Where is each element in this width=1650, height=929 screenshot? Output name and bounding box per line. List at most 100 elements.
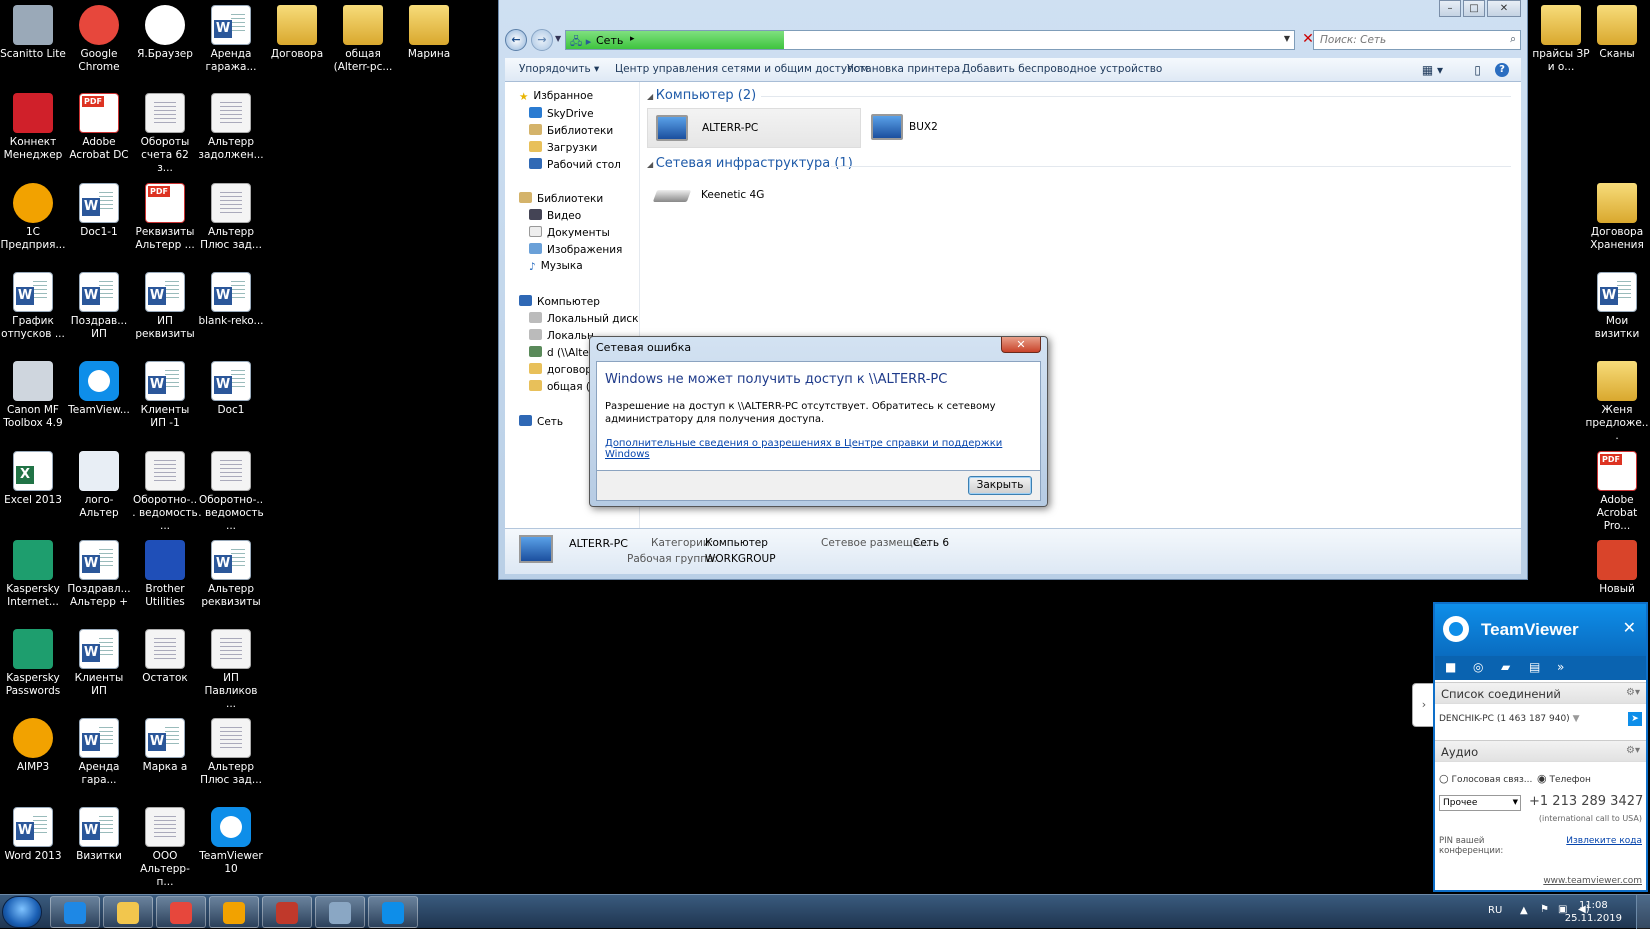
- address-bar[interactable]: 🖧 ▸ Сеть ▸ ▼: [565, 30, 1295, 50]
- desktop-icon-vizitki[interactable]: Визитки: [66, 802, 132, 890]
- nav-libraries[interactable]: Библиотеки: [519, 192, 603, 205]
- nav-documents[interactable]: Документы: [529, 226, 610, 239]
- preview-pane-icon[interactable]: ▯: [1474, 63, 1481, 77]
- desktop-icon-grafik[interactable]: График отпусков ...: [0, 267, 66, 355]
- desktop-icon-arenda-garazha[interactable]: Аренда гаража...: [198, 0, 264, 88]
- desktop-icon-alterr-plus[interactable]: Альтерр Плюс зад...: [198, 178, 264, 266]
- desktop-icon-moi-vizitki[interactable]: Мои визитки: [1584, 267, 1650, 355]
- close-icon[interactable]: ✕: [1623, 618, 1636, 637]
- taskbar-teamviewer[interactable]: [368, 896, 418, 928]
- desktop-icon-zhenya[interactable]: Женя предложе...: [1584, 356, 1650, 444]
- help-icon[interactable]: ?: [1495, 63, 1509, 77]
- desktop-icon-chrome[interactable]: Google Chrome: [66, 0, 132, 88]
- group-infrastructure[interactable]: ◢ Сетевая инфраструктура (1): [647, 156, 853, 171]
- desktop-icon-aimp[interactable]: AIMP3: [0, 713, 66, 801]
- start-button[interactable]: [2, 896, 42, 928]
- organize-button[interactable]: Упорядочить ▾: [519, 63, 599, 75]
- desktop-icon-scanitto[interactable]: Scanitto Lite: [0, 0, 66, 88]
- flag-icon[interactable]: ⚑: [1540, 904, 1549, 915]
- video-icon[interactable]: ■: [1445, 660, 1456, 674]
- search-input[interactable]: Поиск: Сеть ⌕: [1313, 30, 1521, 50]
- desktop-icon-pozdrav-ip[interactable]: Поздрав... ИП: [66, 267, 132, 355]
- desktop-icon-1c[interactable]: 1С Предприя...: [0, 178, 66, 266]
- view-icon[interactable]: ▦ ▾: [1422, 63, 1443, 77]
- files-icon[interactable]: ▤: [1529, 660, 1540, 674]
- show-hidden-icons[interactable]: ▲: [1520, 905, 1528, 916]
- gear-icon[interactable]: ⚙▾: [1626, 687, 1640, 698]
- show-desktop-button[interactable]: [1636, 895, 1650, 929]
- desktop-icon-alterr-plus2[interactable]: Альтерр Плюс зад...: [198, 713, 264, 801]
- desktop-icon-ostatok[interactable]: Остаток: [132, 624, 198, 712]
- headset-icon[interactable]: ◎: [1473, 660, 1483, 674]
- dialog-help-link[interactable]: Дополнительные сведения о разрешениях в …: [605, 438, 1040, 460]
- clock[interactable]: 11:08 25.11.2019: [1565, 899, 1622, 925]
- taskbar-explorer[interactable]: [103, 896, 153, 928]
- taskbar-calc[interactable]: [315, 896, 365, 928]
- desktop-icon-logo-alterr[interactable]: лого-Альтер: [66, 446, 132, 534]
- desktop-icon-acrobat[interactable]: Adobe Acrobat DC: [66, 88, 132, 176]
- desktop-icon-teamviewer-link[interactable]: TeamView...: [66, 356, 132, 444]
- close-button[interactable]: ✕: [1487, 0, 1521, 17]
- chat-icon[interactable]: ▰: [1501, 660, 1510, 674]
- group-computers[interactable]: ◢ Компьютер (2): [647, 88, 756, 103]
- cursor-icon[interactable]: ➤: [1628, 712, 1642, 726]
- forward-button[interactable]: →: [531, 29, 553, 51]
- desktop-icon-ooo-alterr[interactable]: ООО Альтерр-п...: [132, 802, 198, 890]
- back-button[interactable]: ←: [505, 29, 527, 51]
- dialog-ok-button[interactable]: Закрыть: [968, 476, 1032, 495]
- desktop-icon-doc1[interactable]: Doc1: [198, 356, 264, 444]
- nav-images[interactable]: Изображения: [529, 243, 622, 256]
- nav-libraries-fav[interactable]: Библиотеки: [529, 124, 613, 137]
- teamviewer-collapse-tab[interactable]: ›: [1412, 683, 1435, 727]
- taskbar-ie[interactable]: [50, 896, 100, 928]
- desktop-icon-ip-pavlikov[interactable]: ИП Павликов ...: [198, 624, 264, 712]
- desktop-icon-dogovora[interactable]: Договора: [264, 0, 330, 88]
- desktop-icon-kaspersky-is[interactable]: Kaspersky Internet...: [0, 535, 66, 623]
- nav-dogovora[interactable]: договора: [529, 363, 598, 376]
- nav-local-disk-c[interactable]: Локальный диск (C: [529, 312, 639, 325]
- desktop-icon-skany[interactable]: Сканы: [1584, 0, 1650, 88]
- desktop-icon-marina[interactable]: Марина: [396, 0, 462, 88]
- breadcrumb-arrow-icon[interactable]: ▸: [630, 34, 635, 44]
- nav-local-disk[interactable]: Локальн: [529, 329, 594, 342]
- nav-obshaya[interactable]: общая (А: [529, 380, 597, 393]
- nav-music[interactable]: ♪ Музыка: [529, 260, 583, 273]
- voice-option[interactable]: ○ Голосовая связ...: [1439, 772, 1532, 785]
- item-keenetic[interactable]: Keenetic 4G: [647, 176, 807, 216]
- desktop-icon-kaspersky-pw[interactable]: Kaspersky Passwords: [0, 624, 66, 712]
- desktop-icon-canon[interactable]: Canon MF Toolbox 4.9: [0, 356, 66, 444]
- desktop-icon-klienty-ip-1[interactable]: Клиенты ИП -1: [132, 356, 198, 444]
- item-alterr-pc[interactable]: ALTERR-PC: [647, 108, 861, 148]
- desktop-icon-blank-reko[interactable]: blank-reko...: [198, 267, 264, 355]
- phone-option[interactable]: ◉ Телефон: [1537, 772, 1591, 785]
- desktop-icon-word2013[interactable]: Word 2013: [0, 802, 66, 890]
- network-center-button[interactable]: Центр управления сетями и общим доступом: [615, 63, 868, 75]
- nav-video[interactable]: Видео: [529, 209, 581, 222]
- desktop-icon-excel[interactable]: Excel 2013: [0, 446, 66, 534]
- item-bux2[interactable]: BUX2: [863, 108, 1013, 148]
- desktop-icon-teamviewer10[interactable]: TeamViewer 10: [198, 802, 264, 890]
- minimize-button[interactable]: –: [1439, 0, 1461, 17]
- language-indicator[interactable]: RU: [1488, 905, 1502, 916]
- taskbar-1c[interactable]: [209, 896, 259, 928]
- taskbar-chrome[interactable]: [156, 896, 206, 928]
- connections-section[interactable]: Список соединений ⚙▾: [1435, 682, 1646, 704]
- nav-skydrive[interactable]: SkyDrive: [529, 107, 594, 120]
- nav-favorites[interactable]: ★ Избранное: [519, 90, 593, 103]
- taskbar-cc4[interactable]: [262, 896, 312, 928]
- desktop-icon-oborotno2[interactable]: Оборотно-... ведомость ...: [198, 446, 264, 534]
- desktop-icon-adobe-acrobat-pro[interactable]: Adobe Acrobat Pro...: [1584, 446, 1650, 534]
- gear-icon[interactable]: ⚙▾: [1626, 745, 1640, 756]
- dialog-close-button[interactable]: ✕: [1001, 337, 1041, 353]
- desktop-icon-dogovora-hran[interactable]: Договора Хранения: [1584, 178, 1650, 266]
- desktop-icon-oborotno1[interactable]: Оборотно-... ведомость ...: [132, 446, 198, 534]
- desktop-icon-alterr-rekv[interactable]: Альтерр реквизиты: [198, 535, 264, 623]
- connection-entry[interactable]: DENCHIK-PC (1 463 187 940) ▼: [1439, 714, 1580, 724]
- desktop-icon-marka[interactable]: Марка а: [132, 713, 198, 801]
- teamviewer-website-link[interactable]: www.teamviewer.com: [1543, 876, 1642, 886]
- desktop-icon-doc1-1[interactable]: Doc1-1: [66, 178, 132, 266]
- add-wireless-button[interactable]: Добавить беспроводное устройство: [962, 63, 1162, 75]
- desktop-icon-oboroty[interactable]: Обороты счета 62 з...: [132, 88, 198, 176]
- desktop-icon-arenda-gara2[interactable]: Аренда гара...: [66, 713, 132, 801]
- desktop-icon-yabrowser[interactable]: Я.Браузер: [132, 0, 198, 88]
